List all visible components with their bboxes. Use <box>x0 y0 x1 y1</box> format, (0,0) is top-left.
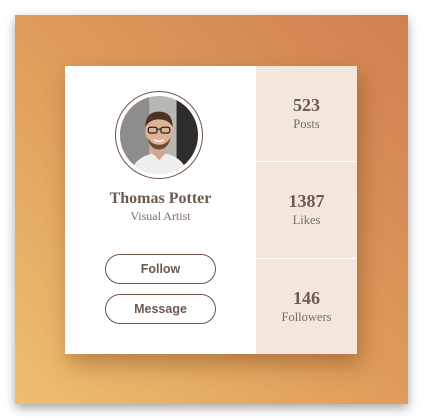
stat-label: Followers <box>281 309 332 324</box>
stat-posts: 523 Posts <box>256 66 357 163</box>
profile-role: Visual Artist <box>130 209 191 223</box>
follow-button[interactable]: Follow <box>105 254 216 284</box>
avatar[interactable] <box>120 96 198 174</box>
stat-likes: 1387 Likes <box>256 162 357 259</box>
avatar-ring <box>115 91 203 179</box>
stat-value: 1387 <box>288 191 325 212</box>
stat-value: 146 <box>293 287 320 308</box>
profile-card: Thomas Potter Visual Artist Follow Messa… <box>65 66 357 354</box>
message-button[interactable]: Message <box>105 294 216 324</box>
stat-label: Likes <box>292 213 321 228</box>
stat-value: 523 <box>293 95 320 116</box>
avatar-photo <box>120 96 198 174</box>
profile-name: Thomas Potter <box>109 190 212 207</box>
stat-label: Posts <box>293 117 320 132</box>
stat-followers: 146 Followers <box>256 259 357 354</box>
stats-panel: 523 Posts 1387 Likes 146 Followers <box>256 66 357 354</box>
profile-panel: Thomas Potter Visual Artist Follow Messa… <box>65 66 256 354</box>
